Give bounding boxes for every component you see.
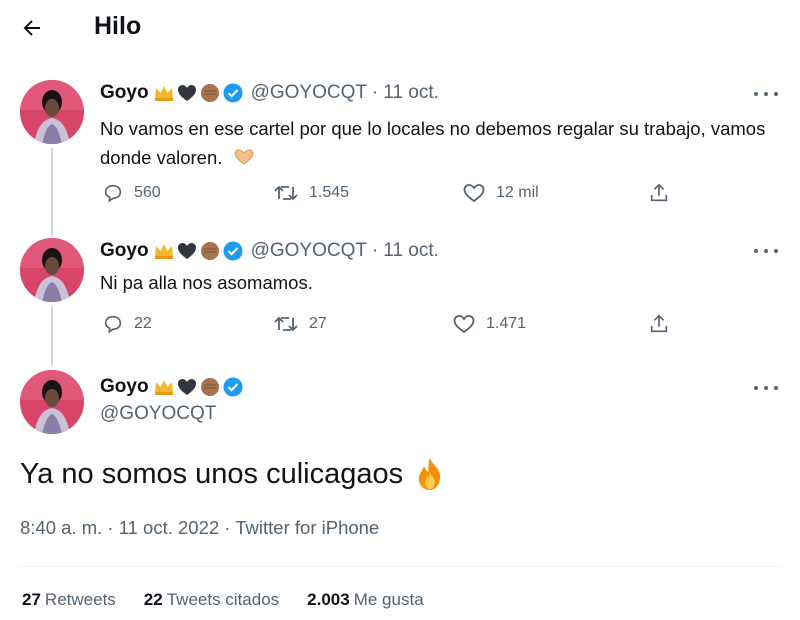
display-name[interactable]: Goyo [100,376,149,398]
name-emojis [153,82,245,104]
fire-emoji [419,458,441,490]
header: Hilo [0,0,800,56]
reply-button[interactable]: 560 [102,182,161,204]
reply-count: 560 [134,184,161,201]
heart-hands-emoji [234,149,254,165]
tweet-header: Goyo @GOYOCQT · 11 oct. [100,82,439,104]
verified-badge [223,241,243,261]
black-heart-emoji [177,379,196,395]
black-heart-emoji [177,243,196,259]
share-button[interactable] [648,313,670,335]
separator-dot: · [371,82,379,103]
heart-icon [463,184,485,203]
crown-emoji [154,244,173,259]
quote-tweets-stat[interactable]: 22 Tweets citados [144,590,279,610]
verified-badge [223,377,243,397]
avatar[interactable] [20,370,84,434]
name-emojis [153,240,245,262]
like-count: 1.471 [486,315,527,332]
retweet-icon [274,316,298,332]
tweet-stats: 27 Retweets 22 Tweets citados 2.003 Me gust… [22,590,452,610]
tweet-date[interactable]: 11 oct. [383,240,439,262]
retweets-stat[interactable]: 27 Retweets [22,590,116,610]
divider [20,566,780,567]
reply-count: 22 [134,315,152,332]
main-tweet-text: Ya no somos unos culicagaos [20,456,447,492]
main-tweet-name-row: Goyo [100,376,245,398]
retweet-button[interactable]: 1.545 [273,182,349,204]
user-handle[interactable]: @GOYOCQT [100,403,216,425]
tweet-timestamp[interactable]: 8:40 a. m. · 11 oct. 2022 · Twitter for … [20,517,379,539]
avatar[interactable] [20,80,84,144]
black-heart-emoji [177,85,196,101]
share-button[interactable] [648,182,670,204]
display-name[interactable]: Goyo [100,240,149,262]
like-button[interactable]: 12 mil [462,182,539,204]
more-options-icon[interactable] [754,380,778,396]
page-title: Hilo [94,12,142,40]
tweet-date[interactable]: 11 oct. [383,82,439,104]
avatar[interactable] [20,238,84,302]
more-options-icon[interactable] [754,243,778,259]
like-button[interactable]: 1.471 [452,313,526,335]
user-handle[interactable]: @GOYOCQT [251,240,367,262]
likes-stat[interactable]: 2.003 Me gusta [307,590,423,610]
display-name[interactable]: Goyo [100,82,149,104]
raised-fist-emoji [200,84,219,102]
name-emojis [153,376,245,398]
verified-badge [223,83,243,103]
user-handle[interactable]: @GOYOCQT [251,82,367,104]
reply-button[interactable]: 22 [102,313,152,335]
reply-icon [104,184,122,203]
retweet-count: 1.545 [309,184,350,201]
retweet-icon [274,185,298,201]
thread-line [51,306,53,366]
share-icon [650,314,668,333]
tweet-header: Goyo @GOYOCQT · 11 oct. [100,240,439,262]
like-count: 12 mil [496,184,539,201]
retweet-button[interactable]: 27 [273,313,327,335]
separator-dot: · [371,240,379,261]
tweet-text: No vamos en ese cartel por que lo locale… [100,118,766,168]
heart-icon [453,315,475,334]
reply-icon [104,315,122,334]
share-icon [650,183,668,202]
more-options-icon[interactable] [754,86,778,102]
tweet-text: Ni pa alla nos asomamos. [100,272,313,293]
raised-fist-emoji [200,378,219,396]
raised-fist-emoji [200,242,219,260]
back-arrow-icon[interactable] [18,14,46,42]
crown-emoji [154,86,173,101]
retweet-count: 27 [309,315,327,332]
crown-emoji [154,380,173,395]
thread-line [51,148,53,236]
